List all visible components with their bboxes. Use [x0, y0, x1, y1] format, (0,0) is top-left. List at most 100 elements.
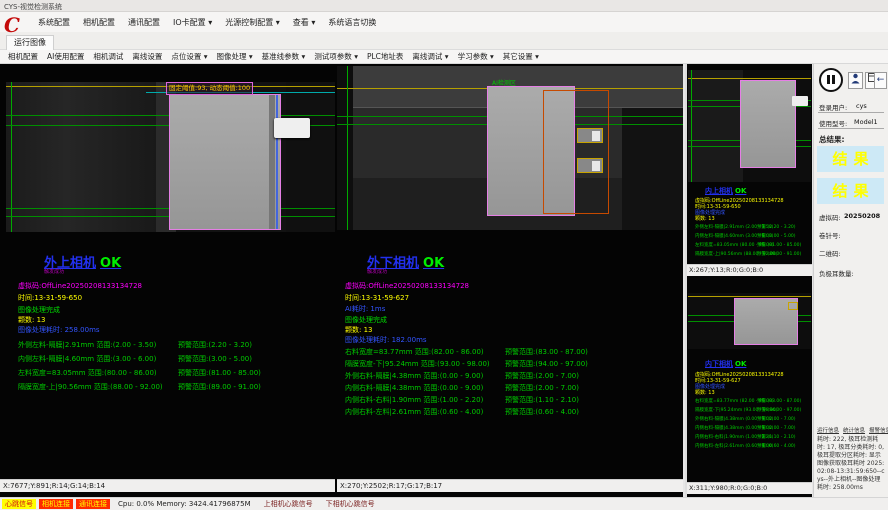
warning-range: 预警:(2.20 - 3.20): [757, 224, 796, 230]
user-lock-button[interactable]: [848, 72, 863, 89]
ai-detect-box: [543, 90, 609, 214]
warning-range: 预警范围:(81.00 - 85.00): [178, 368, 261, 378]
result-ok-text: OK: [100, 256, 121, 271]
toolbar-item[interactable]: PLC地址表: [367, 51, 403, 62]
menu-item[interactable]: 通讯配置: [128, 17, 160, 28]
pin-number-label: 卷针号:: [819, 230, 841, 240]
tab-highlight: [577, 128, 603, 143]
mini-top-canvas[interactable]: [688, 70, 811, 182]
menu-item[interactable]: 系统语言切换: [328, 17, 376, 28]
menu-item[interactable]: 光源控制配置 ▾: [225, 17, 280, 28]
cell-roi-box: [169, 94, 281, 230]
machine-background: [337, 66, 353, 230]
toolbar-item[interactable]: 基准线参数 ▾: [262, 51, 306, 62]
measure-row: 内侧右料-左料|2.61mm (0.60 - 4.00)预警:(0.60 - 4…: [695, 443, 777, 452]
measure-row: 内侧右料-左料|2.61mm 范围:(0.60 - 4.00)预警范围:(0.6…: [345, 407, 490, 419]
warning-range: 预警范围:(89.00 - 91.00): [178, 382, 261, 392]
measure-value: 外侧左料-隔膜|2.91mm 范围:(2.00 - 3.50): [18, 341, 156, 349]
ref-line-vertical: [347, 66, 348, 230]
measurement-list: 右料宽度=83.77mm 范围:(82.00 - 86.00)预警范围:(83.…: [345, 347, 490, 419]
total-result-label: 总结果:: [819, 134, 845, 145]
edge-line-blue: [276, 95, 278, 229]
menu-item[interactable]: 查看 ▾: [293, 17, 316, 28]
info-tab[interactable]: 报警信息: [869, 426, 888, 434]
ai-elapsed-text: AI耗时: 1ms: [345, 304, 385, 314]
mini-top-view[interactable]: 内上相机OK 虚拟码:OffLine20250208133134728 时间:1…: [687, 64, 812, 277]
trigger-status: 触发成功: [44, 268, 64, 275]
barcode-text: 虚拟码:OffLine20250208133134728: [345, 281, 469, 291]
info-tab[interactable]: 统计信息: [843, 426, 865, 434]
measure-row: 隔膜宽度-下|95.24mm 范围:(93.00 - 98.00)预警范围:(9…: [345, 359, 490, 371]
mini-bottom-title: 内下相机OK: [705, 359, 746, 369]
process-done-text: 图像处理完成: [18, 305, 60, 315]
measure-row: 内侧右料-隔膜|4.38mm 范围:(0.00 - 9.00)预警范围:(2.0…: [345, 383, 490, 395]
left-panel-status-bar: X:7677;Y:891;R:14;G:14;B:14: [0, 479, 335, 492]
app-title: CYS-视觉检测系统: [4, 2, 62, 12]
menu-item[interactable]: 相机配置: [83, 17, 115, 28]
measure-row: 外侧右料-隔膜|4.38mm (0.00 - 9.00)预警:(2.00 - 7…: [695, 416, 777, 425]
info-tab[interactable]: 运行信息: [817, 426, 839, 434]
toolbar: 相机配置 AI使用配置 相机调试 离线设置 点位设置 ▾ 图像处理 ▾ 基准线参…: [0, 50, 888, 64]
mini-top-title: 内上相机OK: [705, 186, 746, 196]
measure-value: 内侧右料-左料|2.61mm 范围:(0.60 - 4.00): [345, 408, 483, 416]
toolbar-item[interactable]: 离线调试 ▾: [412, 51, 448, 62]
mini-bottom-view[interactable]: 内下相机OK 虚拟码:OffLine20250208133134728 时间:1…: [687, 279, 812, 497]
tab-highlight: [577, 158, 603, 173]
warning-range: 预警:(2.00 - 7.00): [757, 425, 796, 431]
mini-panel-column: 内上相机OK 虚拟码:OffLine20250208133134728 时间:1…: [685, 64, 812, 497]
back-arrow-icon: ←: [877, 75, 885, 85]
warning-range: 预警范围:(3.00 - 5.00): [178, 354, 252, 364]
machine-background: [688, 70, 743, 182]
measure-value: 隔膜宽度-下|95.24mm 范围:(93.00 - 98.00): [345, 360, 490, 368]
field-underline: [818, 112, 884, 113]
measure-row: 内侧左料-隔膜|4.60mm (3.00 - 6.00)预警:(3.00 - 5…: [695, 233, 777, 242]
measure-value: 内侧右料-隔膜|4.38mm 范围:(0.00 - 9.00): [345, 384, 483, 392]
virtual-code-label: 虚拟码:: [819, 212, 841, 222]
mini-bottom-canvas[interactable]: [688, 293, 811, 349]
measure-value: 隔膜宽度-上|90.56mm 范围:(88.00 - 92.00): [18, 383, 163, 391]
menu-item[interactable]: IO卡配置 ▾: [173, 17, 212, 28]
toolbar-item[interactable]: 测试项参数 ▾: [314, 51, 358, 62]
toolbar-item[interactable]: 相机配置: [8, 51, 38, 62]
baseline-yellow: [688, 296, 811, 297]
upper-camera-heartbeat-text: 上相机心跳信号: [264, 499, 313, 509]
warning-range: 预警:(2.00 - 7.00): [757, 416, 796, 422]
measure-row: 左料宽度=83.05mm 范围:(80.00 - 86.00)预警范围:(81.…: [18, 368, 163, 382]
ref-line-vertical: [691, 70, 692, 182]
toolbar-item[interactable]: AI使用配置: [47, 51, 84, 62]
time-text: 时间:13-31-59-627: [345, 293, 409, 303]
result-badge-bottom: 结果: [817, 178, 884, 204]
warning-range: 预警:(89.00 - 91.00): [757, 251, 801, 257]
camera-connect-badge: 相机连接: [39, 499, 73, 509]
qr-code-label: 二维码:: [819, 248, 841, 258]
left-camera-canvas[interactable]: 固定阈值:93, 动态阈值:100: [6, 82, 335, 232]
measurement-list: 右料宽度=83.77mm (82.00 - 86.00)预警:(83.00 - …: [695, 398, 777, 452]
measure-row: 左料宽度=83.05mm (80.00 - 86.00)预警:(81.00 - …: [695, 242, 777, 251]
pause-button[interactable]: [819, 68, 843, 92]
warning-range: 预警:(94.00 - 97.00): [757, 407, 801, 413]
baseline-yellow: [688, 78, 811, 79]
mid-camera-canvas[interactable]: AI检测区: [337, 66, 683, 230]
result-badge-top: 结果: [817, 146, 884, 172]
toolbar-item[interactable]: 相机调试: [93, 51, 123, 62]
back-button[interactable]: ←: [874, 72, 887, 89]
measure-row: 隔膜宽度-下|95.24mm (93.00 - 98.00)预警:(94.00 …: [695, 407, 777, 416]
toolbar-item[interactable]: 其它设置 ▾: [503, 51, 539, 62]
toolbar-item[interactable]: 离线设置: [132, 51, 162, 62]
count-text: 颗数: 13: [18, 315, 46, 325]
pause-icon: [827, 75, 830, 84]
tab-bright-spot: [592, 131, 600, 141]
process-done-text: 图像处理完成: [345, 315, 387, 325]
count-text: 颗数: 13: [695, 215, 715, 222]
warning-range: 预警范围:(2.00 - 7.00): [505, 371, 579, 381]
warning-range: 预警范围:(2.00 - 7.00): [505, 383, 579, 393]
cell-roi-box: [740, 80, 796, 168]
measure-row: 右料宽度=83.77mm 范围:(82.00 - 86.00)预警范围:(83.…: [345, 347, 490, 359]
toolbar-item[interactable]: 点位设置 ▾: [171, 51, 207, 62]
warning-range: 预警范围:(1.10 - 2.10): [505, 395, 579, 405]
warning-range: 预警:(3.00 - 5.00): [757, 233, 796, 239]
toolbar-item[interactable]: 图像处理 ▾: [217, 51, 253, 62]
menu-item[interactable]: 系统配置: [38, 17, 70, 28]
toolbar-item[interactable]: 学习参数 ▾: [458, 51, 494, 62]
mid-camera-view: AI检测区 外下相机OK 触发成功 虚拟码:OffLine20250208133…: [337, 64, 683, 497]
